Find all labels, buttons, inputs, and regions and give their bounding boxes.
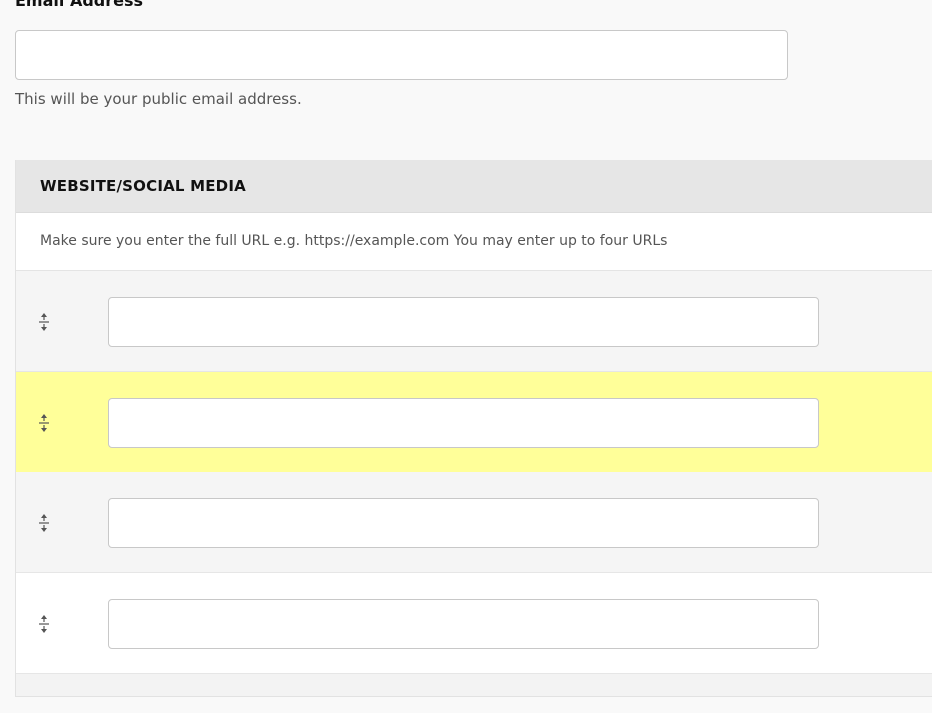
drag-handle-icon[interactable] [36,311,52,333]
website-social-media-panel: WEBSITE/SOCIAL MEDIA Make sure you enter… [15,160,932,697]
email-help-text: This will be your public email address. [15,90,302,108]
panel-description-text: Make sure you enter the full URL e.g. ht… [40,233,668,249]
email-address-input[interactable] [15,30,788,80]
url-row-1 [16,271,932,372]
drag-handle-icon[interactable] [36,412,52,434]
url-row-3 [16,472,932,573]
profile-form-page: Email Address This will be your public e… [0,0,932,713]
drag-handle-icon[interactable] [36,512,52,534]
url-input-1[interactable] [108,297,819,347]
panel-header: WEBSITE/SOCIAL MEDIA [16,160,932,213]
drag-handle-icon[interactable] [36,613,52,635]
url-input-2[interactable] [108,398,819,448]
panel-title: WEBSITE/SOCIAL MEDIA [40,177,246,195]
email-address-label: Email Address [15,0,144,10]
url-input-3[interactable] [108,498,819,548]
url-row-4 [16,573,932,674]
url-row-2 [16,372,932,473]
panel-description: Make sure you enter the full URL e.g. ht… [16,213,932,271]
url-input-4[interactable] [108,599,819,649]
